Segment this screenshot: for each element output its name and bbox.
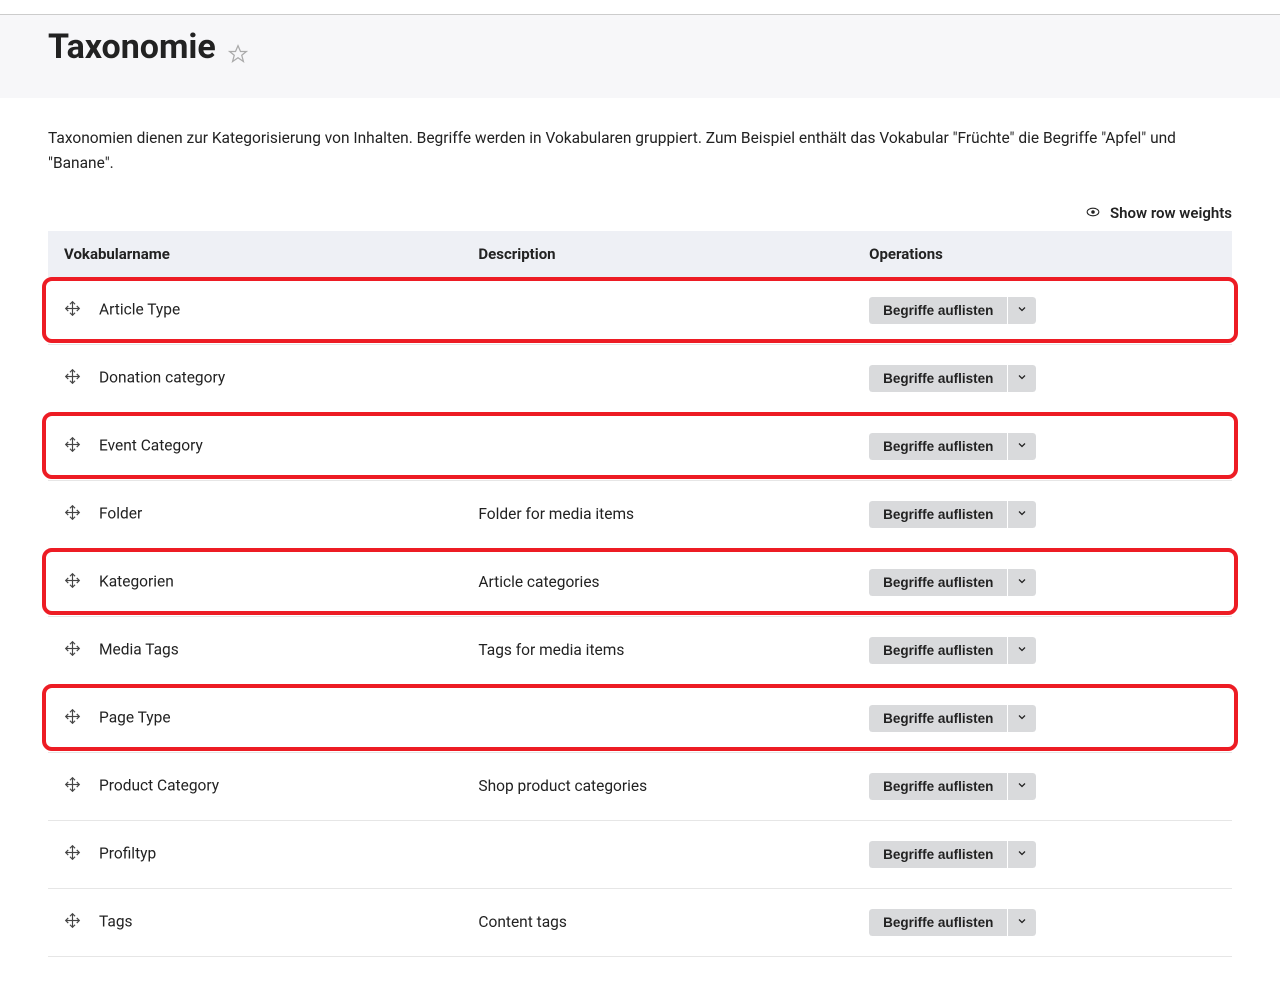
chevron-down-icon bbox=[1016, 847, 1028, 862]
list-terms-button[interactable]: Begriffe auflisten bbox=[869, 705, 1008, 732]
star-icon[interactable] bbox=[228, 44, 248, 68]
dropdown-toggle[interactable] bbox=[1008, 433, 1036, 460]
drag-handle-icon[interactable] bbox=[64, 504, 81, 525]
vocab-description bbox=[462, 684, 853, 752]
drag-handle-icon[interactable] bbox=[64, 844, 81, 865]
table-row: Kategorien Article categories Begriffe auf… bbox=[48, 548, 1232, 616]
list-terms-button[interactable]: Begriffe auflisten bbox=[869, 773, 1008, 800]
chevron-down-icon bbox=[1016, 643, 1028, 658]
dropdown-toggle[interactable] bbox=[1008, 501, 1036, 528]
drag-handle-icon[interactable] bbox=[64, 436, 81, 457]
chevron-down-icon bbox=[1016, 915, 1028, 930]
list-terms-button[interactable]: Begriffe auflisten bbox=[869, 841, 1008, 868]
page-title: Taxonomie bbox=[48, 27, 216, 67]
vocab-description bbox=[462, 344, 853, 412]
table-row: Donation category Begriffe auflisten bbox=[48, 344, 1232, 412]
vocab-description: Tags for media items bbox=[462, 616, 853, 684]
table-row: Article Type Begriffe auflisten bbox=[48, 277, 1232, 345]
table-row: Page Type Begriffe auflisten bbox=[48, 684, 1232, 752]
table-row: Product Category Shop product categories B… bbox=[48, 752, 1232, 820]
intro-text: Taxonomien dienen zur Kategorisierung vo… bbox=[48, 126, 1232, 176]
drag-handle-icon[interactable] bbox=[64, 368, 81, 389]
col-header-name: Vokabularname bbox=[48, 231, 462, 277]
chevron-down-icon bbox=[1016, 711, 1028, 726]
list-terms-button[interactable]: Begriffe auflisten bbox=[869, 365, 1008, 392]
dropdown-toggle[interactable] bbox=[1008, 637, 1036, 664]
chevron-down-icon bbox=[1016, 371, 1028, 386]
vocab-description bbox=[462, 820, 853, 888]
vocab-name: Profiltyp bbox=[99, 844, 156, 862]
drag-handle-icon[interactable] bbox=[64, 776, 81, 797]
vocab-name: Product Category bbox=[99, 776, 219, 794]
vocab-description: Shop product categories bbox=[462, 752, 853, 820]
table-row: Tags Content tags Begriffe auflisten bbox=[48, 888, 1232, 956]
list-terms-button[interactable]: Begriffe auflisten bbox=[869, 909, 1008, 936]
chevron-down-icon bbox=[1016, 303, 1028, 318]
vocab-name: Kategorien bbox=[99, 572, 174, 590]
vocab-name: Media Tags bbox=[99, 640, 179, 658]
drag-handle-icon[interactable] bbox=[64, 300, 81, 321]
chevron-down-icon bbox=[1016, 439, 1028, 454]
drag-handle-icon[interactable] bbox=[64, 572, 81, 593]
vocab-description: Article categories bbox=[462, 548, 853, 616]
vocab-description: Folder for media items bbox=[462, 480, 853, 548]
show-row-weights-link[interactable]: Show row weights bbox=[1086, 204, 1232, 222]
list-terms-button[interactable]: Begriffe auflisten bbox=[869, 569, 1008, 596]
vocab-description bbox=[462, 412, 853, 480]
dropdown-toggle[interactable] bbox=[1008, 297, 1036, 324]
col-header-description: Description bbox=[462, 231, 853, 277]
drag-handle-icon[interactable] bbox=[64, 640, 81, 661]
vocab-name: Article Type bbox=[99, 300, 180, 318]
dropdown-toggle[interactable] bbox=[1008, 841, 1036, 868]
dropdown-toggle[interactable] bbox=[1008, 705, 1036, 732]
vocab-description: Content tags bbox=[462, 888, 853, 956]
dropdown-toggle[interactable] bbox=[1008, 773, 1036, 800]
vocab-name: Folder bbox=[99, 504, 142, 522]
vocab-name: Tags bbox=[99, 912, 133, 930]
col-header-operations: Operations bbox=[853, 231, 1232, 277]
vocab-name: Donation category bbox=[99, 368, 225, 386]
dropdown-toggle[interactable] bbox=[1008, 909, 1036, 936]
table-row: Profiltyp Begriffe auflisten bbox=[48, 820, 1232, 888]
drag-handle-icon[interactable] bbox=[64, 912, 81, 933]
vocab-name: Page Type bbox=[99, 708, 171, 726]
table-row: Folder Folder for media items Begriffe auf… bbox=[48, 480, 1232, 548]
dropdown-toggle[interactable] bbox=[1008, 365, 1036, 392]
vocab-description bbox=[462, 277, 853, 345]
eye-icon bbox=[1086, 205, 1100, 223]
chevron-down-icon bbox=[1016, 575, 1028, 590]
list-terms-button[interactable]: Begriffe auflisten bbox=[869, 501, 1008, 528]
dropdown-toggle[interactable] bbox=[1008, 569, 1036, 596]
list-terms-button[interactable]: Begriffe auflisten bbox=[869, 433, 1008, 460]
table-row: Event Category Begriffe auflisten bbox=[48, 412, 1232, 480]
chevron-down-icon bbox=[1016, 507, 1028, 522]
show-row-weights-label: Show row weights bbox=[1110, 204, 1232, 222]
list-terms-button[interactable]: Begriffe auflisten bbox=[869, 297, 1008, 324]
list-terms-button[interactable]: Begriffe auflisten bbox=[869, 637, 1008, 664]
vocab-name: Event Category bbox=[99, 436, 203, 454]
chevron-down-icon bbox=[1016, 779, 1028, 794]
table-row: Media Tags Tags for media items Begriffe a… bbox=[48, 616, 1232, 684]
drag-handle-icon[interactable] bbox=[64, 708, 81, 729]
